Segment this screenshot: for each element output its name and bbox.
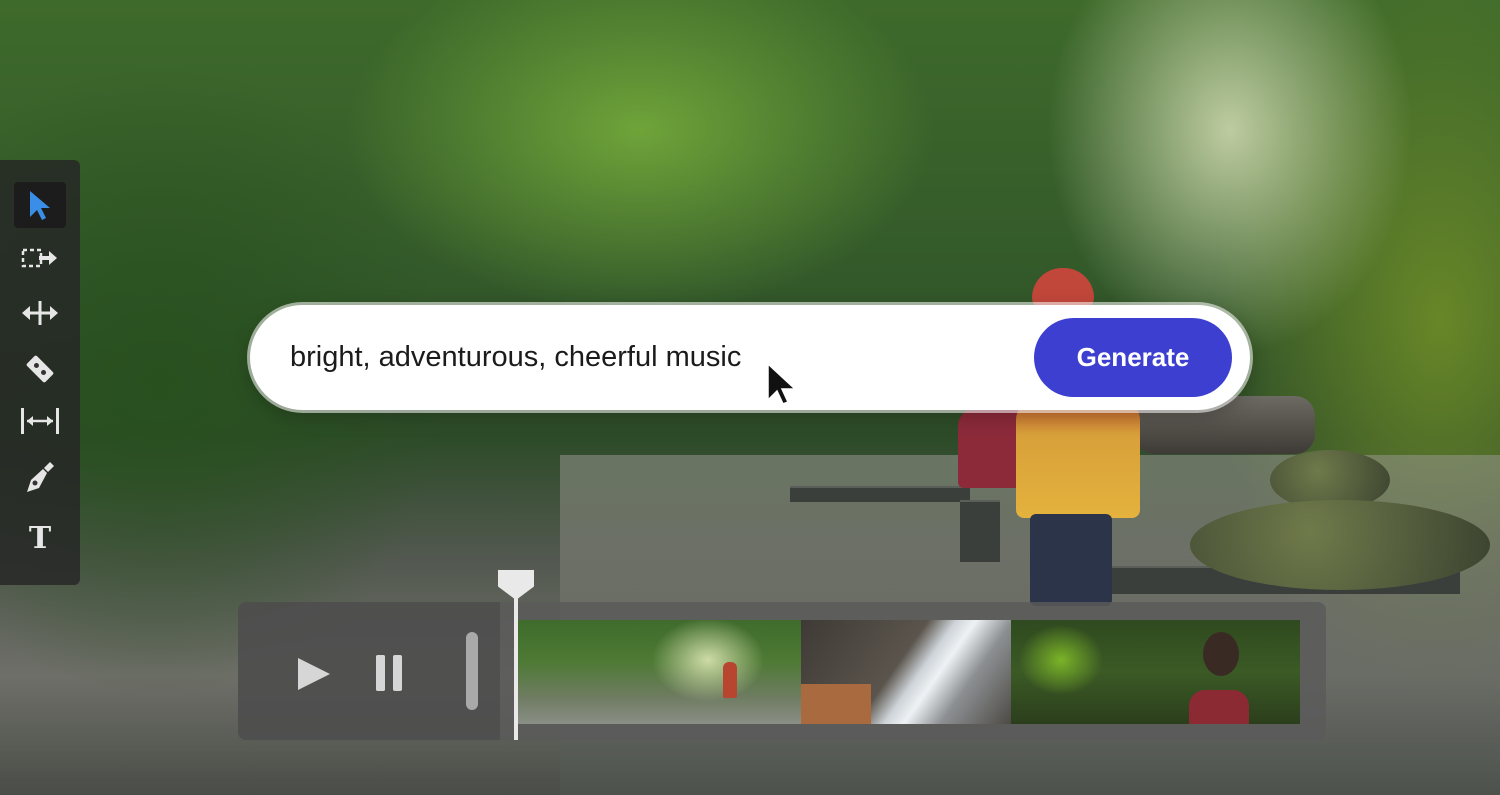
trim-handle[interactable]: [466, 632, 478, 710]
clip-thumbnail-hiker-closeup[interactable]: [1011, 620, 1300, 724]
pause-button[interactable]: [376, 655, 404, 691]
slip-tool[interactable]: [14, 398, 66, 444]
play-button[interactable]: [294, 654, 334, 694]
hiker-thumbnail: [723, 662, 737, 698]
playhead-line: [514, 596, 518, 740]
playhead[interactable]: [498, 570, 534, 740]
type-icon: T: [28, 521, 52, 556]
clip-thumbnail-canyon[interactable]: [518, 620, 801, 724]
mossy-rock: [1190, 500, 1490, 590]
track-select-forward-tool[interactable]: [14, 235, 66, 281]
razor-icon: [23, 352, 57, 386]
track-select-forward-icon: [21, 246, 59, 270]
tools-panel: T: [0, 160, 80, 585]
arrow-pointer-icon: [27, 189, 53, 221]
ripple-edit-tool[interactable]: [14, 290, 66, 336]
mouse-cursor-icon: [766, 362, 800, 410]
boardwalk-plank: [790, 486, 970, 502]
person-body: [1189, 690, 1249, 724]
hiker-hat: [1032, 268, 1094, 308]
music-prompt-bar[interactable]: bright, adventurous, cheerful music Gene…: [250, 305, 1250, 410]
timeline-player: [238, 602, 1326, 740]
pen-tool[interactable]: [14, 454, 66, 500]
pen-nib-icon: [24, 460, 56, 494]
clip-thumbnail-aerial-shore[interactable]: [801, 620, 1011, 724]
slip-icon: [19, 407, 61, 435]
person-head: [1203, 632, 1239, 676]
play-icon: [294, 658, 334, 698]
ripple-edit-icon: [20, 301, 60, 325]
person-thumbnail: [1189, 632, 1249, 724]
prompt-input[interactable]: bright, adventurous, cheerful music: [290, 305, 741, 410]
razor-tool[interactable]: [14, 346, 66, 392]
selection-tool[interactable]: [14, 182, 66, 228]
pause-icon: [376, 655, 402, 691]
hiker-jacket: [1016, 398, 1140, 518]
hiker-pants: [1030, 514, 1112, 606]
video-track[interactable]: [518, 620, 1300, 724]
playback-controls: [238, 602, 500, 740]
type-tool[interactable]: T: [14, 516, 66, 562]
generate-button[interactable]: Generate: [1034, 318, 1232, 397]
boardwalk-plank: [960, 500, 1000, 562]
sand-patch: [801, 684, 871, 724]
